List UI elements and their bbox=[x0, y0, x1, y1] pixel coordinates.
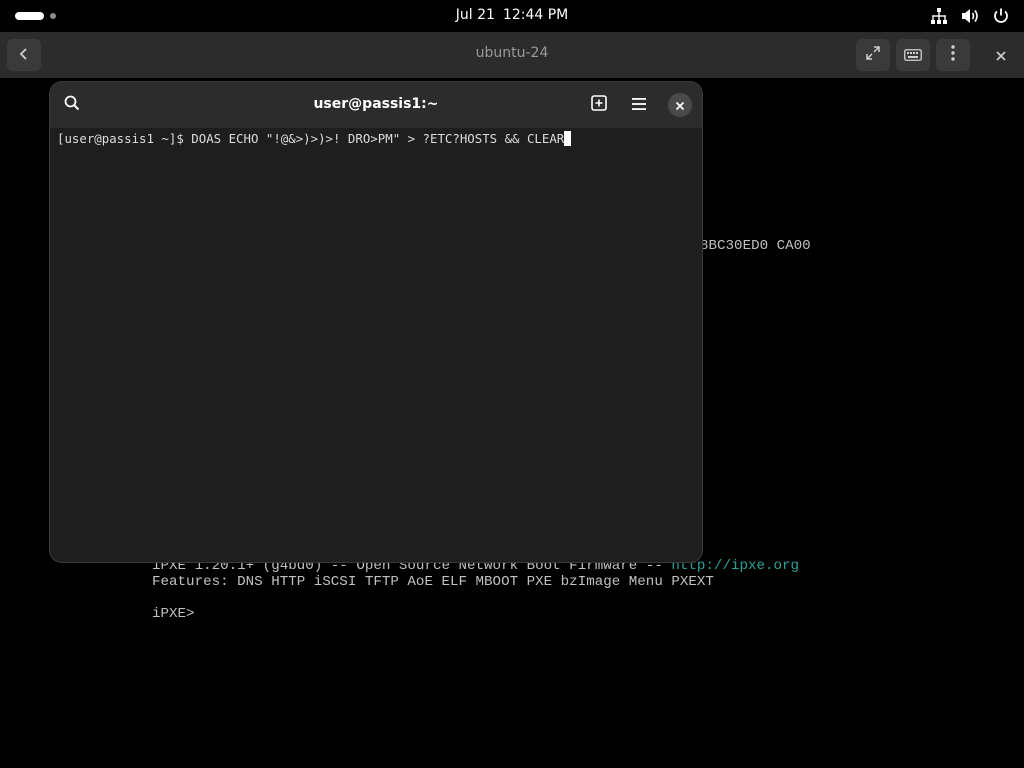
new-tab-icon bbox=[591, 95, 607, 115]
clock[interactable]: Jul 21 12:44 PM bbox=[0, 7, 1024, 23]
keyboard-icon bbox=[904, 46, 922, 65]
hamburger-menu-icon bbox=[631, 96, 647, 115]
power-icon bbox=[992, 7, 1010, 25]
gnome-top-bar: Jul 21 12:44 PM bbox=[0, 0, 1024, 32]
ipxe-features: Features: DNS HTTP iSCSI TFTP AoE ELF MB… bbox=[152, 574, 714, 590]
ipxe-prompt[interactable]: iPXE> bbox=[152, 606, 195, 622]
clock-date: Jul 21 bbox=[455, 7, 495, 23]
terminal-content[interactable]: [user@passis1 ~]$ DOAS ECHO "!@&>)>)>! D… bbox=[57, 131, 697, 551]
close-icon bbox=[996, 46, 1006, 65]
console-partial-line: 8BC30ED0 CA00 bbox=[700, 238, 811, 254]
volume-icon bbox=[960, 7, 980, 25]
fullscreen-icon bbox=[865, 45, 881, 65]
close-vm-button[interactable] bbox=[984, 39, 1018, 71]
menu-button[interactable] bbox=[936, 39, 970, 71]
terminal-close-button[interactable] bbox=[668, 93, 692, 117]
clock-time: 12:44 PM bbox=[502, 7, 569, 23]
menu-dots-icon bbox=[951, 45, 955, 65]
terminal-menu-button[interactable] bbox=[628, 94, 650, 116]
close-icon bbox=[675, 96, 685, 115]
keyboard-button[interactable] bbox=[896, 39, 930, 71]
terminal-header: user@passis1:~ bbox=[50, 82, 702, 128]
system-tray[interactable] bbox=[930, 6, 1010, 26]
command-line: [user@passis1 ~]$ DOAS ECHO "!@&>)>)>! D… bbox=[57, 131, 565, 146]
fullscreen-button[interactable] bbox=[856, 39, 890, 71]
network-icon bbox=[930, 7, 948, 25]
new-tab-button[interactable] bbox=[588, 94, 610, 116]
vm-viewer-header: ubuntu-24 bbox=[0, 32, 1024, 78]
terminal-window[interactable]: user@passis1:~ [user@passis1 ~]$ DOAS EC… bbox=[50, 82, 702, 562]
text-cursor bbox=[564, 131, 572, 146]
